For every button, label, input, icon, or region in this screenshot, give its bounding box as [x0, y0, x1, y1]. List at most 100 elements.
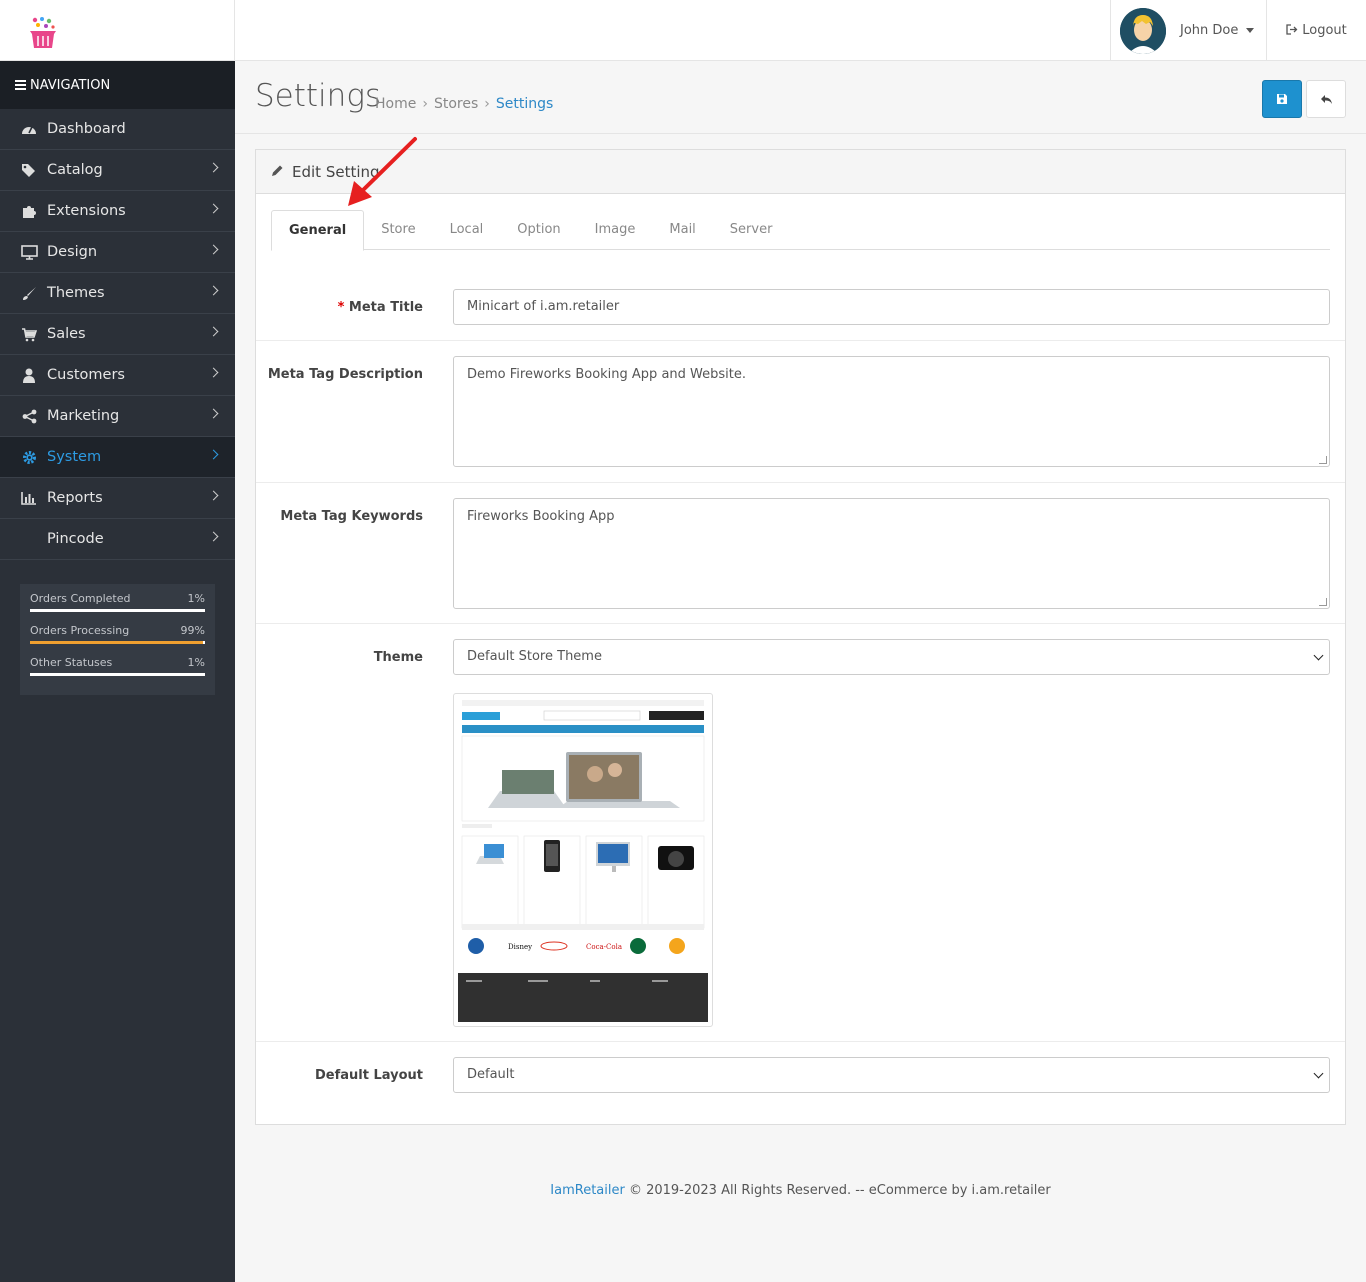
meta-title-label: * Meta Title [337, 300, 423, 315]
sidebar-item-pincode[interactable]: Pincode [0, 519, 235, 560]
stat-orders-processing: Orders Processing 99% [30, 624, 205, 644]
meta-description-textarea[interactable]: Demo Fireworks Booking App and Website. [453, 356, 1330, 467]
tab-store[interactable]: Store [364, 210, 432, 250]
meta-description-label: Meta Tag Description [267, 367, 423, 382]
sidebar-item-label: Catalog [47, 162, 103, 178]
meta-description-value: Demo Fireworks Booking App and Website. [467, 367, 746, 382]
theme-label: Theme [373, 650, 423, 665]
sidebar-item-sales[interactable]: Sales [0, 314, 235, 355]
chevron-right-icon [208, 449, 219, 460]
bars-icon [15, 78, 26, 92]
tags-icon [20, 162, 38, 178]
tab-mail[interactable]: Mail [652, 210, 712, 250]
pencil-icon [271, 163, 284, 181]
form-group-meta-description: Meta Tag Description Demo Fireworks Book… [256, 341, 1345, 483]
meta-title-input[interactable]: Minicart of i.am.retailer [453, 289, 1330, 325]
tab-image[interactable]: Image [578, 210, 653, 250]
sidebar-item-extensions[interactable]: Extensions [0, 191, 235, 232]
monitor-icon [20, 244, 38, 260]
tab-local[interactable]: Local [433, 210, 501, 250]
logout-label: Logout [1302, 23, 1347, 38]
stat-label: Orders Completed [30, 592, 131, 605]
footer: IamRetailer © 2019-2023 All Rights Reser… [235, 1183, 1366, 1198]
sidebar-item-label: Customers [47, 367, 125, 383]
resize-grip-icon[interactable] [1319, 456, 1327, 464]
sidebar-item-customers[interactable]: Customers [0, 355, 235, 396]
stat-value: 99% [180, 624, 205, 637]
chevron-right-icon [208, 531, 219, 542]
puzzle-icon [20, 203, 38, 219]
breadcrumb: Home › Stores › Settings [375, 96, 553, 112]
sidebar-item-label: Themes [47, 285, 105, 301]
progress-bar [30, 641, 205, 644]
sidebar-item-marketing[interactable]: Marketing [0, 396, 235, 437]
breadcrumb-separator: › [484, 96, 490, 112]
progress-bar [30, 609, 205, 612]
bar-chart-icon [20, 490, 38, 506]
theme-preview-image: Disney Coca-Cola [453, 693, 713, 1027]
user-menu[interactable]: John Doe [1110, 0, 1266, 61]
sidebar-item-design[interactable]: Design [0, 232, 235, 273]
logo-container[interactable] [0, 0, 235, 61]
top-header: John Doe Logout [0, 0, 1366, 61]
chevron-right-icon [208, 326, 219, 337]
chevron-right-icon [208, 367, 219, 378]
stat-label: Other Statuses [30, 656, 113, 669]
sidebar-item-system[interactable]: System [0, 437, 235, 478]
progress-bar [30, 673, 205, 676]
sidebar-item-label: Pincode [47, 531, 104, 547]
tab-general[interactable]: General [271, 210, 365, 251]
sidebar-item-label: Reports [47, 490, 103, 506]
chevron-right-icon [208, 162, 219, 173]
user-icon [20, 367, 38, 383]
form-group-default-layout: Default Layout Default [256, 1042, 1345, 1124]
sidebar: NAVIGATION Dashboard Catalog Extensions … [0, 61, 235, 1282]
order-stats-box: Orders Completed 1% Orders Processing 99… [20, 584, 215, 695]
sidebar-item-dashboard[interactable]: Dashboard [0, 109, 235, 150]
sidebar-item-catalog[interactable]: Catalog [0, 150, 235, 191]
sign-out-icon [1286, 23, 1298, 38]
breadcrumb-stores[interactable]: Stores [434, 96, 478, 112]
stat-other-statuses: Other Statuses 1% [30, 656, 205, 676]
required-asterisk: * [337, 300, 349, 315]
sidebar-item-themes[interactable]: Themes [0, 273, 235, 314]
chevron-right-icon [208, 285, 219, 296]
form-group-theme: Theme Default Store Theme [256, 624, 1345, 1042]
footer-brand-link[interactable]: IamRetailer [550, 1183, 625, 1198]
breadcrumb-settings[interactable]: Settings [496, 96, 553, 112]
chevron-down-icon [1313, 650, 1324, 661]
back-button[interactable] [1306, 80, 1346, 118]
chevron-right-icon [208, 203, 219, 214]
default-layout-select[interactable]: Default [453, 1057, 1330, 1093]
chevron-right-icon [208, 408, 219, 419]
stat-label: Orders Processing [30, 624, 130, 637]
stat-value: 1% [187, 592, 205, 605]
breadcrumb-home[interactable]: Home [375, 96, 416, 112]
share-icon [20, 408, 38, 424]
edit-setting-panel: Edit Setting General Store Local Option … [255, 149, 1346, 1125]
gear-icon [20, 449, 38, 465]
save-icon [1277, 94, 1287, 104]
caret-down-icon [1246, 28, 1255, 33]
sidebar-item-label: Marketing [47, 408, 120, 424]
tab-server[interactable]: Server [713, 210, 790, 250]
theme-select[interactable]: Default Store Theme [453, 639, 1330, 675]
meta-keywords-textarea[interactable]: Fireworks Booking App [453, 498, 1330, 609]
save-button[interactable] [1262, 80, 1302, 118]
sidebar-item-reports[interactable]: Reports [0, 478, 235, 519]
avatar [1120, 7, 1166, 54]
sidebar-item-label: System [47, 449, 102, 465]
reply-icon [1320, 94, 1332, 104]
chevron-right-icon [208, 244, 219, 255]
tab-option[interactable]: Option [500, 210, 577, 250]
cart-icon [20, 326, 38, 342]
theme-selected-value: Default Store Theme [467, 649, 602, 664]
sidebar-item-label: Dashboard [47, 121, 126, 137]
logout-button[interactable]: Logout [1266, 0, 1366, 61]
resize-grip-icon[interactable] [1319, 598, 1327, 606]
chevron-down-icon [1313, 1068, 1324, 1079]
breadcrumb-separator: › [422, 96, 428, 112]
footer-copyright: © 2019-2023 All Rights Reserved. -- eCom… [624, 1183, 1051, 1198]
sidebar-item-label: Extensions [47, 203, 126, 219]
stat-value: 1% [187, 656, 205, 669]
